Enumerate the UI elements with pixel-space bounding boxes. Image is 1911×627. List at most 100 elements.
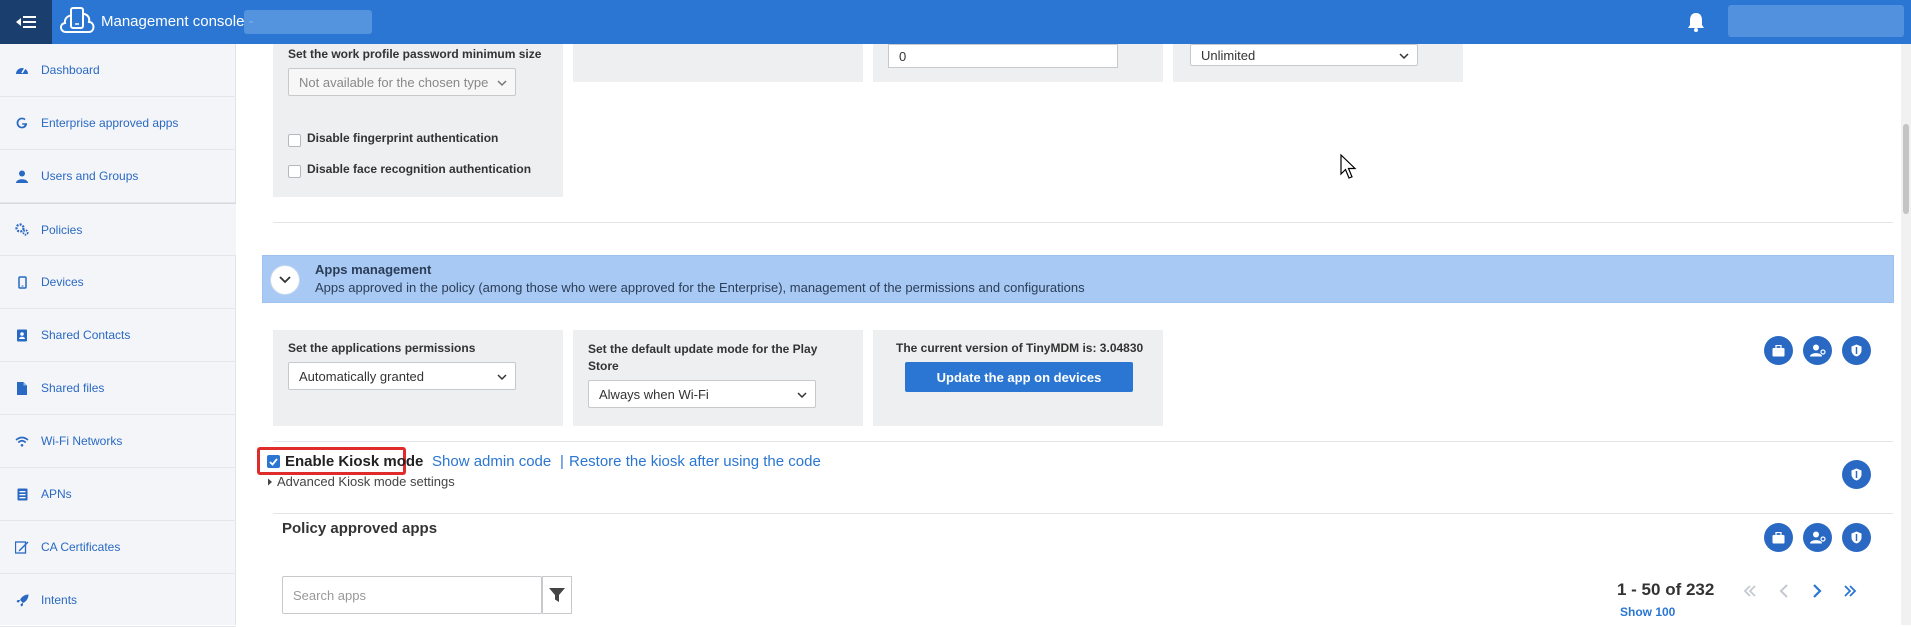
show-admin-code-link[interactable]: Show admin code: [432, 453, 551, 470]
sidebar-item-users-groups[interactable]: Users and Groups: [0, 150, 236, 203]
select-value: Always when Wi-Fi: [599, 386, 709, 402]
advanced-kiosk-settings-toggle[interactable]: Advanced Kiosk mode settings: [267, 474, 455, 489]
input-value: 0: [899, 48, 907, 64]
last-page-button[interactable]: [1840, 581, 1860, 601]
sidebar-item-devices[interactable]: Devices: [0, 256, 236, 309]
sidebar-item-label: Users and Groups: [41, 169, 139, 183]
user-icon: [15, 169, 29, 183]
google-icon: [15, 116, 29, 130]
chevron-down-icon: [497, 80, 507, 87]
version-label: The current version of TinyMDM is: 3.048…: [896, 341, 1144, 355]
show-100-link[interactable]: Show 100: [1620, 605, 1675, 619]
section-divider: [273, 222, 1893, 223]
apps-shield-button[interactable]: [1842, 523, 1871, 552]
redacted-enterprise-name: [244, 10, 372, 34]
work-profile-scope-button[interactable]: [1764, 336, 1793, 365]
next-page-button[interactable]: [1807, 581, 1827, 601]
sidebar-item-dashboard[interactable]: Dashboard: [0, 44, 236, 97]
sidebar-item-shared-contacts[interactable]: Shared Contacts: [0, 309, 236, 362]
link-separator: |: [560, 453, 564, 470]
search-apps-input[interactable]: Search apps: [282, 576, 542, 614]
page-scrollbar[interactable]: [1901, 44, 1911, 625]
sidebar-item-intents[interactable]: Intents: [0, 574, 236, 627]
policy-approved-apps-title: Policy approved apps: [282, 520, 438, 537]
sidebar-item-label: Shared Contacts: [41, 328, 131, 342]
sidebar-item-label: Enterprise approved apps: [41, 116, 179, 130]
menu-toggle-button[interactable]: [0, 0, 52, 44]
kiosk-scope-shield-button[interactable]: [1842, 460, 1871, 489]
apps-user-key-button[interactable]: [1803, 523, 1832, 552]
update-mode-select[interactable]: Always when Wi-Fi: [588, 380, 816, 408]
sidebar-item-label: Wi-Fi Networks: [41, 434, 123, 448]
dashboard-icon: [15, 63, 29, 77]
numeric-input[interactable]: 0: [888, 44, 1118, 68]
mouse-cursor-icon: [1340, 154, 1357, 179]
apps-work-profile-button[interactable]: [1764, 523, 1793, 552]
sidebar-item-label: Shared files: [41, 381, 105, 395]
collapse-toggle-button[interactable]: [270, 265, 300, 295]
sidebar-item-wifi[interactable]: Wi-Fi Networks: [0, 415, 236, 468]
sidebar-item-label: Devices: [41, 275, 84, 289]
apps-management-header[interactable]: Apps management Apps approved in the pol…: [262, 255, 1894, 303]
filter-icon: [549, 588, 565, 602]
apps-management-title: Apps management: [315, 262, 432, 277]
wifi-icon: [15, 434, 29, 448]
settings-panel-2: [573, 44, 863, 82]
shield-icon: [1851, 531, 1862, 544]
limit-select[interactable]: Unlimited: [1190, 44, 1418, 66]
first-page-button[interactable]: [1740, 581, 1760, 601]
shield-icon: [1851, 468, 1862, 481]
permissions-select[interactable]: Automatically granted: [288, 362, 516, 390]
select-value: Unlimited: [1201, 47, 1256, 63]
sidebar-item-shared-files[interactable]: Shared files: [0, 362, 236, 415]
fully-managed-scope-button[interactable]: [1842, 336, 1871, 365]
user-key-scope-button[interactable]: [1803, 336, 1832, 365]
sidebar-item-label: APNs: [41, 487, 72, 501]
chevron-down-icon: [497, 374, 507, 381]
sidebar-item-label: CA Certificates: [41, 540, 121, 554]
restore-kiosk-link[interactable]: Restore the kiosk after using the code: [569, 453, 821, 470]
sidebar: Dashboard Enterprise approved apps Users…: [0, 44, 236, 627]
filter-button[interactable]: [542, 576, 572, 614]
redacted-user-menu[interactable]: [1728, 5, 1904, 37]
user-key-icon: [1809, 344, 1826, 357]
chevron-right-icon: [1813, 584, 1822, 598]
chevron-down-icon: [279, 276, 291, 284]
password-min-size-select[interactable]: Not available for the chosen type: [288, 68, 516, 96]
sidebar-item-apns[interactable]: APNs: [0, 468, 236, 521]
enable-kiosk-checkbox[interactable]: [267, 455, 280, 468]
mobile-icon: [15, 275, 29, 289]
sidebar-item-policies[interactable]: Policies: [0, 203, 236, 256]
caret-right-icon: [268, 478, 272, 486]
menu-collapse-icon: [16, 16, 36, 28]
bell-icon[interactable]: [1685, 11, 1707, 33]
cloud-device-logo-icon: [60, 7, 95, 33]
user-key-icon: [1809, 531, 1826, 544]
sidebar-item-enterprise-apps[interactable]: Enterprise approved apps: [0, 97, 236, 150]
scrollbar-thumb[interactable]: [1903, 124, 1909, 214]
update-app-button[interactable]: Update the app on devices: [905, 362, 1133, 392]
apps-management-subtitle: Apps approved in the policy (among those…: [315, 280, 1085, 295]
chevron-left-icon: [1779, 584, 1788, 598]
apn-icon: [15, 487, 29, 501]
sidebar-item-label: Policies: [41, 222, 83, 237]
pagination-count: 1 - 50 of 232: [1617, 580, 1715, 599]
double-chevron-left-icon: [1743, 585, 1756, 597]
sidebar-item-ca-certificates[interactable]: CA Certificates: [0, 521, 236, 574]
section-divider: [273, 441, 1893, 442]
disable-fingerprint-checkbox[interactable]: [288, 134, 301, 147]
enable-kiosk-label: Enable Kiosk mode: [285, 453, 424, 470]
rocket-icon: [15, 593, 29, 607]
top-bar: Management console -: [0, 0, 1911, 44]
permissions-label: Set the applications permissions: [288, 341, 476, 355]
section-divider: [273, 513, 1893, 514]
disable-face-recognition-checkbox[interactable]: [288, 165, 301, 178]
sidebar-item-label: Intents: [41, 593, 78, 607]
update-mode-label: Set the default update mode for the Play…: [588, 342, 818, 373]
briefcase-icon: [1772, 344, 1785, 356]
previous-page-button[interactable]: [1774, 581, 1794, 601]
file-icon: [15, 381, 29, 395]
password-min-size-label: Set the work profile password minimum si…: [288, 47, 542, 61]
select-value: Not available for the chosen type: [299, 74, 489, 90]
chevron-down-icon: [1399, 53, 1409, 60]
